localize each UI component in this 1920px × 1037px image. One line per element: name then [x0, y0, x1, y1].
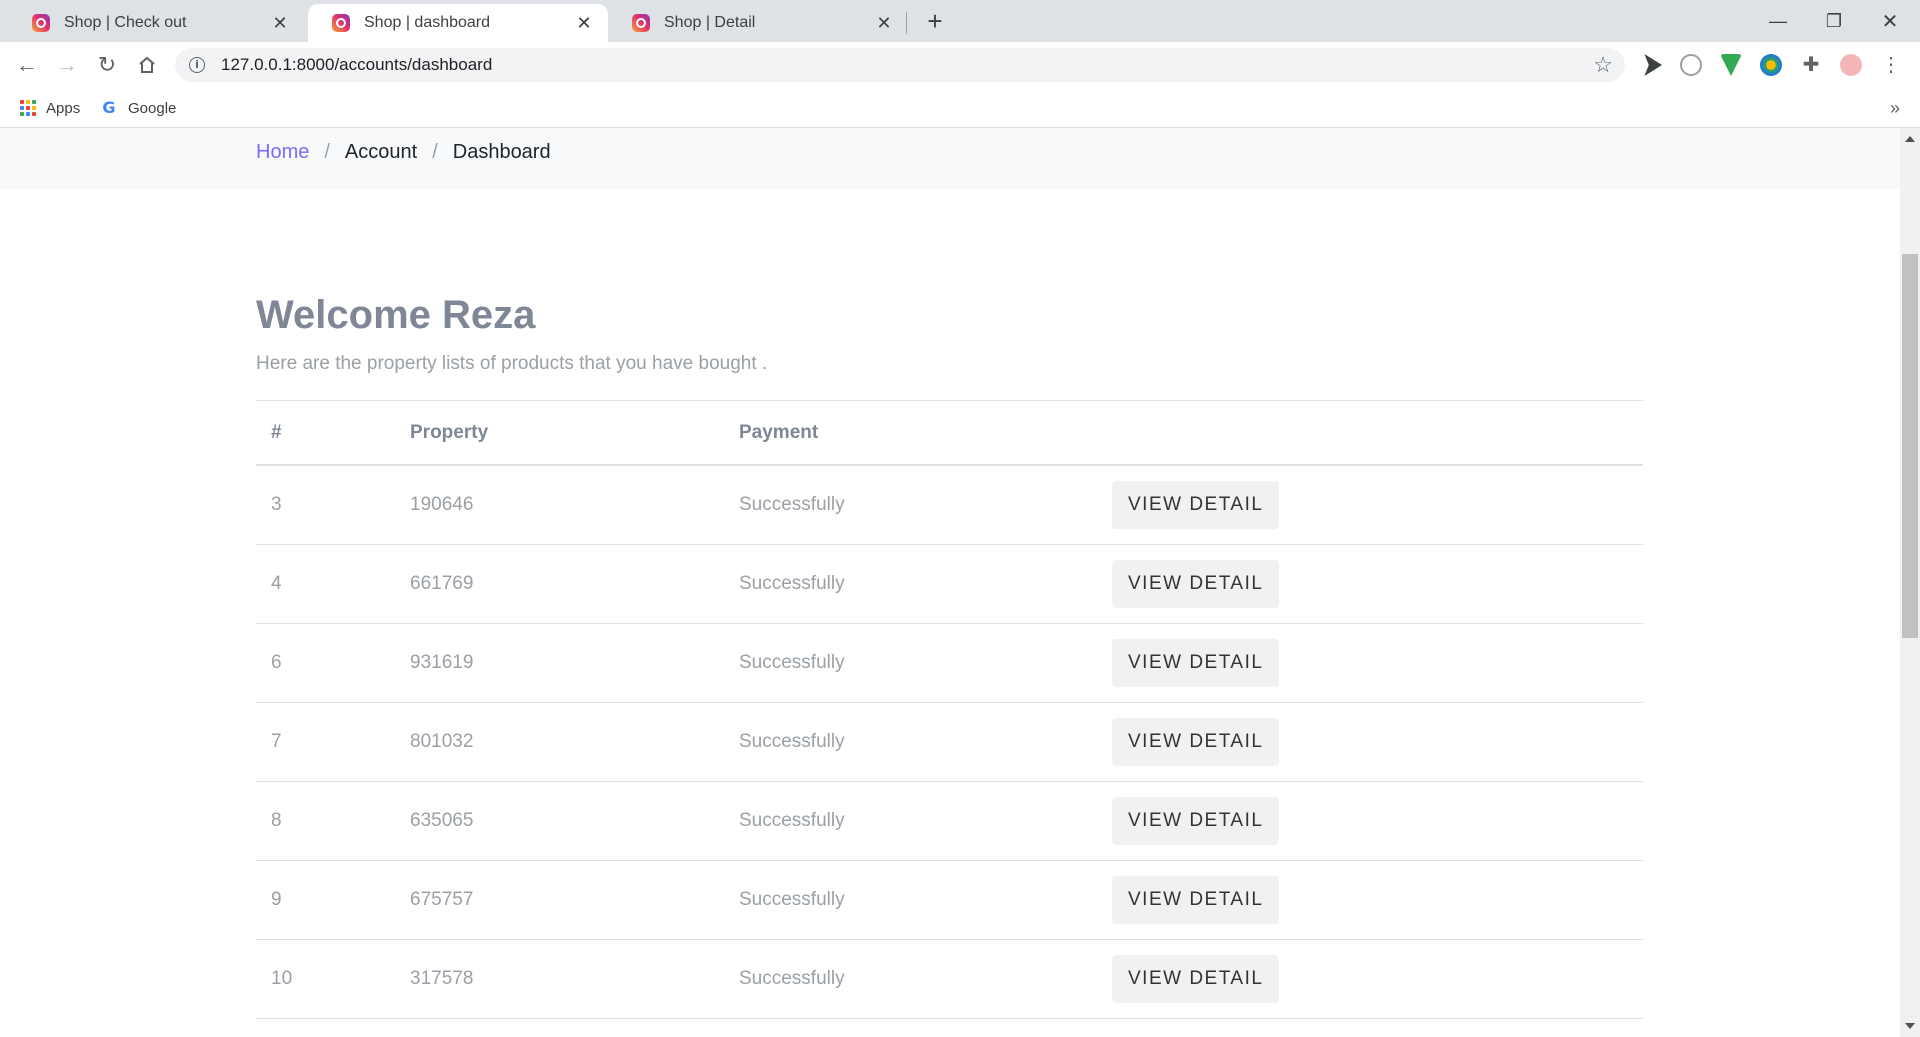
tab-detail[interactable]: Shop | Detail ✕ — [608, 4, 908, 42]
instagram-favicon-icon — [332, 14, 350, 32]
bookmarks-bar: Apps G Google » — [0, 88, 1920, 128]
extension-globe-icon[interactable] — [1760, 54, 1782, 76]
view-detail-button[interactable]: VIEW DETAIL — [1112, 718, 1280, 766]
cell-payment: Successfully — [739, 889, 845, 910]
menu-kebab-icon[interactable]: ⋮ — [1880, 54, 1902, 76]
cell-payment: Successfully — [739, 573, 845, 594]
breadcrumb-account: Account — [344, 141, 418, 163]
browser-toolbar: ← → ↻ i 127.0.0.1:8000/accounts/dashboar… — [0, 42, 1920, 88]
column-header-payment: Payment — [739, 421, 819, 443]
cell-payment: Successfully — [739, 968, 845, 989]
view-detail-button[interactable]: VIEW DETAIL — [1112, 876, 1280, 924]
cell-property: 931619 — [410, 652, 474, 673]
tab-separator — [906, 12, 907, 34]
back-arrow-icon[interactable]: ← — [12, 50, 42, 80]
cell-property: 675757 — [410, 889, 474, 910]
scroll-up-arrow-icon[interactable] — [1905, 136, 1915, 142]
purchases-table: # Property Payment 3 190646 Successfully… — [256, 400, 1643, 1019]
home-icon[interactable] — [132, 50, 162, 80]
close-icon[interactable]: ✕ — [270, 13, 290, 33]
extension-v-icon[interactable] — [1720, 54, 1742, 76]
extension-arrow-icon[interactable] — [1644, 54, 1662, 76]
table-row: 9 675757 Successfully VIEW DETAIL — [256, 861, 1643, 940]
new-tab-plus-icon[interactable]: + — [922, 8, 948, 35]
table-row: 10 317578 Successfully VIEW DETAIL — [256, 940, 1643, 1019]
cell-property: 317578 — [410, 968, 474, 989]
cell-payment: Successfully — [739, 494, 845, 515]
page-viewport: Home / Account / Dashboard Welcome Reza … — [0, 128, 1900, 1037]
breadcrumb-separator: / — [324, 141, 330, 163]
extension-glasses-icon[interactable] — [1680, 54, 1702, 76]
cell-id: 9 — [271, 889, 282, 910]
google-icon: G — [102, 98, 116, 117]
breadcrumb-home-link[interactable]: Home — [256, 141, 309, 164]
close-icon[interactable]: ✕ — [574, 13, 594, 33]
page-scrollbar[interactable] — [1900, 128, 1920, 1037]
page-title: Welcome Reza — [256, 293, 536, 337]
cell-id: 4 — [271, 573, 282, 594]
cell-id: 7 — [271, 731, 282, 752]
cell-id: 10 — [271, 968, 293, 989]
tab-checkout[interactable]: Shop | Check out ✕ — [8, 4, 304, 42]
page-lead-text: Here are the property lists of products … — [256, 353, 768, 374]
cell-property: 190646 — [410, 494, 474, 515]
cell-property: 635065 — [410, 810, 474, 831]
view-detail-button[interactable]: VIEW DETAIL — [1112, 560, 1280, 608]
window-close-icon[interactable]: ✕ — [1862, 0, 1918, 42]
browser-tab-strip: Shop | Check out ✕ Shop | dashboard ✕ Sh… — [0, 0, 1920, 42]
cell-property: 801032 — [410, 731, 474, 752]
cell-id: 6 — [271, 652, 282, 673]
view-detail-button[interactable]: VIEW DETAIL — [1112, 481, 1280, 529]
apps-grid-icon — [20, 100, 36, 116]
table-header: # Property Payment — [256, 400, 1643, 466]
table-row: 8 635065 Successfully VIEW DETAIL — [256, 782, 1643, 861]
cell-payment: Successfully — [739, 731, 845, 752]
view-detail-button[interactable]: VIEW DETAIL — [1112, 797, 1280, 845]
table-row: 4 661769 Successfully VIEW DETAIL — [256, 545, 1643, 624]
cell-payment: Successfully — [739, 652, 845, 673]
reload-icon[interactable]: ↻ — [92, 50, 122, 80]
extensions-puzzle-icon[interactable]: ✚ — [1800, 54, 1822, 76]
view-detail-button[interactable]: VIEW DETAIL — [1112, 639, 1280, 687]
table-row: 6 931619 Successfully VIEW DETAIL — [256, 624, 1643, 703]
bookmark-label: Apps — [46, 99, 81, 117]
tab-title: Shop | Detail — [664, 14, 756, 31]
scroll-thumb[interactable] — [1902, 254, 1918, 638]
profile-avatar[interactable] — [1840, 54, 1862, 76]
tab-title: Shop | dashboard — [364, 14, 491, 31]
bookmark-apps[interactable]: Apps — [20, 95, 80, 121]
bookmark-google[interactable]: G Google — [100, 95, 176, 121]
minimize-icon[interactable]: — — [1750, 0, 1806, 42]
address-bar[interactable]: i 127.0.0.1:8000/accounts/dashboard ☆ — [175, 48, 1625, 82]
breadcrumb-separator: / — [432, 141, 438, 163]
bookmarks-overflow-icon[interactable]: » — [1890, 98, 1900, 119]
column-header-id: # — [271, 421, 282, 443]
tab-dashboard[interactable]: Shop | dashboard ✕ — [308, 4, 608, 42]
breadcrumb: Home / Account / Dashboard — [256, 141, 551, 164]
cell-id: 3 — [271, 494, 282, 515]
table-row: 3 190646 Successfully VIEW DETAIL — [256, 466, 1643, 545]
forward-arrow-icon[interactable]: → — [52, 50, 82, 80]
bookmark-star-icon[interactable]: ☆ — [1593, 52, 1613, 78]
instagram-favicon-icon — [32, 14, 50, 32]
cell-property: 661769 — [410, 573, 474, 594]
url-text[interactable]: 127.0.0.1:8000/accounts/dashboard — [221, 55, 492, 75]
tab-title: Shop | Check out — [64, 14, 187, 31]
table-row: 7 801032 Successfully VIEW DETAIL — [256, 703, 1643, 782]
scroll-down-arrow-icon[interactable] — [1905, 1023, 1915, 1029]
cell-payment: Successfully — [739, 810, 845, 831]
view-detail-button[interactable]: VIEW DETAIL — [1112, 955, 1280, 1003]
breadcrumb-current: Dashboard — [452, 141, 551, 163]
instagram-favicon-icon — [632, 14, 650, 32]
column-header-property: Property — [410, 421, 489, 443]
close-icon[interactable]: ✕ — [874, 13, 894, 33]
breadcrumb-bar: Home / Account / Dashboard — [0, 128, 1900, 189]
bookmark-label: Google — [128, 99, 177, 117]
restore-icon[interactable]: ❐ — [1806, 0, 1862, 42]
info-icon[interactable]: i — [189, 57, 205, 73]
cell-id: 8 — [271, 810, 282, 831]
